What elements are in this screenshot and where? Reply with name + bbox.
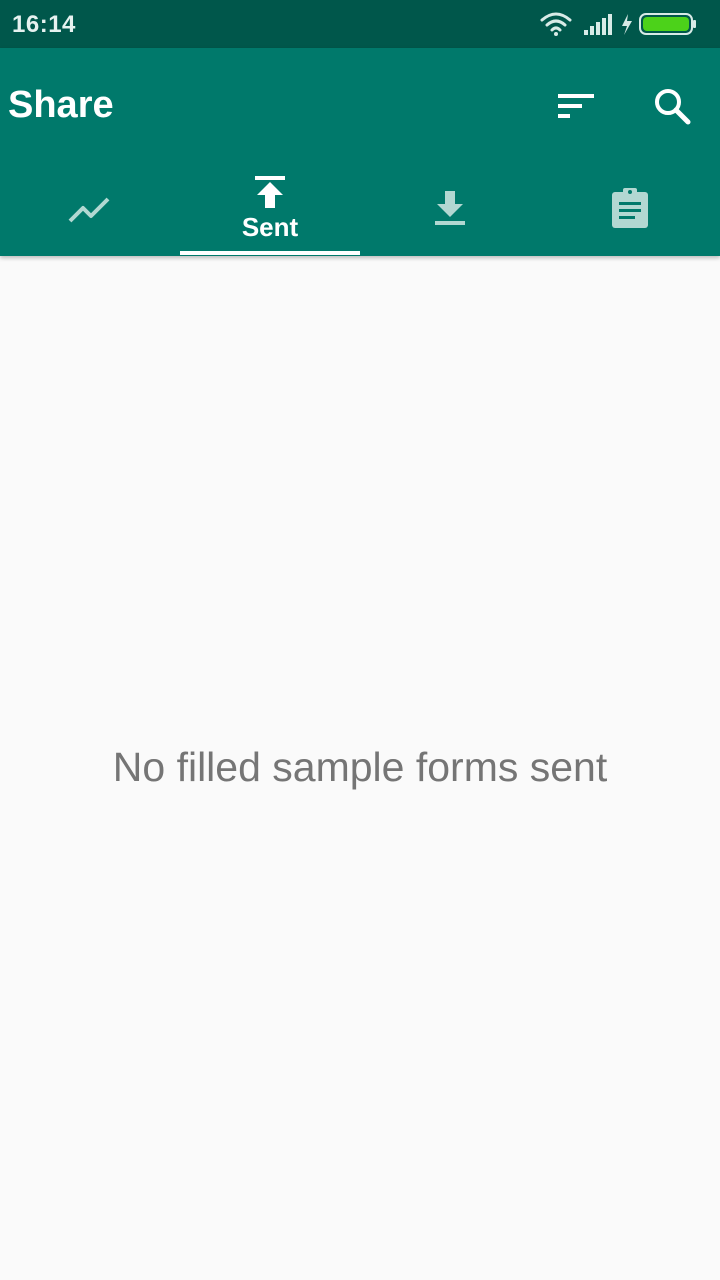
status-bar: 16:14 bbox=[0, 0, 720, 48]
tab-indicator bbox=[180, 251, 360, 255]
wifi-icon bbox=[540, 12, 572, 36]
status-time: 16:14 bbox=[12, 11, 76, 38]
signal-icon bbox=[584, 14, 612, 35]
tab-sent-label: Sent bbox=[241, 211, 299, 242]
upload-icon bbox=[255, 175, 285, 208]
charging-icon bbox=[622, 14, 632, 35]
tab-sent[interactable]: Sent bbox=[180, 160, 360, 256]
download-icon bbox=[435, 191, 465, 225]
page-title: Share bbox=[8, 84, 114, 126]
search-icon bbox=[655, 89, 691, 125]
empty-state-message: No filled sample forms sent bbox=[112, 744, 608, 790]
tab-received[interactable] bbox=[360, 160, 540, 256]
trending-icon bbox=[68, 197, 110, 223]
tab-bar: Sent bbox=[0, 160, 720, 256]
clipboard-icon bbox=[612, 188, 648, 228]
sort-icon bbox=[558, 94, 594, 118]
battery-icon bbox=[639, 13, 696, 35]
tab-stats[interactable] bbox=[0, 160, 180, 256]
status-icons bbox=[538, 10, 708, 38]
app-bar: Share Sent bbox=[0, 48, 720, 256]
search-button[interactable] bbox=[644, 78, 700, 134]
sort-button[interactable] bbox=[548, 78, 604, 134]
tab-forms[interactable] bbox=[540, 160, 720, 256]
